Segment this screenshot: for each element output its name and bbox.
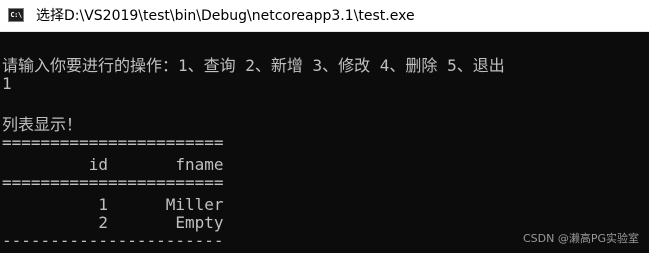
separator-line: =======================: [2, 133, 224, 152]
console-output-area[interactable]: 请输入你要进行的操作：1、查询 2、新增 3、修改 4、删除 5、退出 1 列表…: [0, 32, 649, 253]
prompt-line: 请输入你要进行的操作：1、查询 2、新增 3、修改 4、删除 5、退出: [2, 56, 505, 75]
console-app-icon[interactable]: C:\: [8, 8, 24, 22]
list-heading-line: 列表显示！: [2, 115, 83, 134]
title-bar[interactable]: C:\ 选择D:\VS2019\test\bin\Debug\netcoreap…: [0, 0, 649, 32]
separator-line: =======================: [2, 173, 224, 192]
window-title: 选择D:\VS2019\test\bin\Debug\netcoreapp3.1…: [36, 8, 415, 24]
table-header-row: id fname: [2, 155, 224, 174]
table-row: 2 Empty: [2, 213, 224, 232]
console-window: C:\ 选择D:\VS2019\test\bin\Debug\netcoreap…: [0, 0, 649, 253]
user-input-line: 1: [2, 74, 12, 93]
table-footer-line: -----------------------: [2, 231, 224, 250]
table-row: 1 Miller: [2, 195, 224, 214]
watermark-text: CSDN @濑高PG实验室: [522, 232, 639, 245]
